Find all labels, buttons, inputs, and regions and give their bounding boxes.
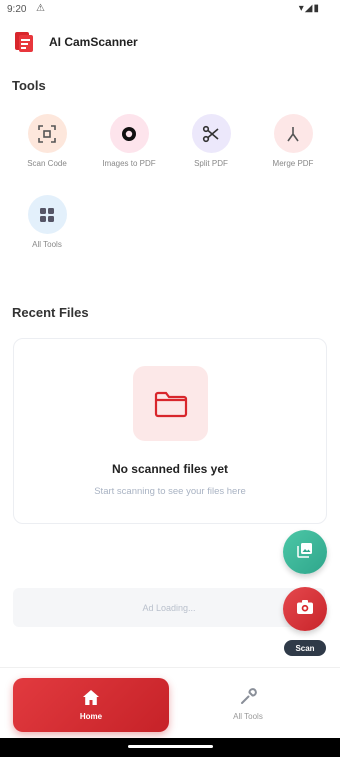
scan-code-icon bbox=[27, 114, 67, 153]
warning-icon: ⚠ bbox=[36, 3, 45, 14]
tool-split-pdf[interactable]: Split PDF bbox=[175, 114, 247, 168]
camera-icon bbox=[296, 599, 314, 620]
tool-label: Merge PDF bbox=[272, 159, 314, 168]
nav-home-label: Home bbox=[79, 712, 103, 721]
app-title: AI CamScanner bbox=[49, 35, 138, 49]
tool-label: Split PDF bbox=[194, 159, 228, 168]
home-indicator[interactable] bbox=[128, 745, 213, 748]
scan-camera-button[interactable] bbox=[283, 587, 327, 631]
gallery-icon bbox=[297, 542, 313, 563]
empty-state-subtitle: Start scanning to see your files here bbox=[94, 486, 246, 497]
recent-files-title: Recent Files bbox=[12, 305, 89, 320]
status-icons: ▾◢▮ bbox=[298, 3, 320, 14]
app-logo-icon bbox=[12, 30, 36, 54]
tool-label: Images to PDF bbox=[102, 159, 156, 168]
status-bar: 9:20 ⚠ ▾◢▮ bbox=[0, 0, 340, 20]
scan-label-pill: Scan bbox=[284, 640, 326, 656]
nav-home-tab[interactable]: Home bbox=[13, 678, 169, 732]
ad-banner: Ad Loading... bbox=[13, 588, 325, 627]
tool-all-tools[interactable]: All Tools bbox=[11, 195, 83, 249]
images-to-pdf-icon bbox=[109, 114, 149, 153]
merge-icon bbox=[273, 114, 313, 153]
gallery-import-button[interactable] bbox=[283, 530, 327, 574]
app-header: AI CamScanner bbox=[12, 30, 138, 54]
scissors-icon bbox=[191, 114, 231, 153]
tool-merge-pdf[interactable]: Merge PDF bbox=[257, 114, 329, 168]
bottom-nav: Home All Tools bbox=[0, 667, 340, 739]
nav-all-tools-tab[interactable]: All Tools bbox=[196, 678, 300, 732]
nav-tools-label: All Tools bbox=[233, 712, 263, 721]
tool-images-to-pdf[interactable]: Images to PDF bbox=[93, 114, 165, 168]
system-navigation-bar bbox=[0, 738, 340, 757]
home-icon bbox=[82, 689, 100, 711]
tool-scan-code[interactable]: Scan Code bbox=[11, 114, 83, 168]
folder-icon bbox=[133, 366, 208, 441]
ad-loading-text: Ad Loading... bbox=[142, 602, 196, 613]
status-time: 9:20 bbox=[7, 4, 27, 15]
wrench-icon bbox=[239, 688, 257, 711]
recent-files-empty-card: No scanned files yet Start scanning to s… bbox=[13, 338, 327, 524]
tools-section-title: Tools bbox=[12, 78, 46, 93]
tool-label: Scan Code bbox=[27, 159, 67, 168]
grid-icon bbox=[27, 195, 67, 234]
empty-state-title: No scanned files yet bbox=[111, 462, 229, 476]
tool-label: All Tools bbox=[32, 240, 62, 249]
